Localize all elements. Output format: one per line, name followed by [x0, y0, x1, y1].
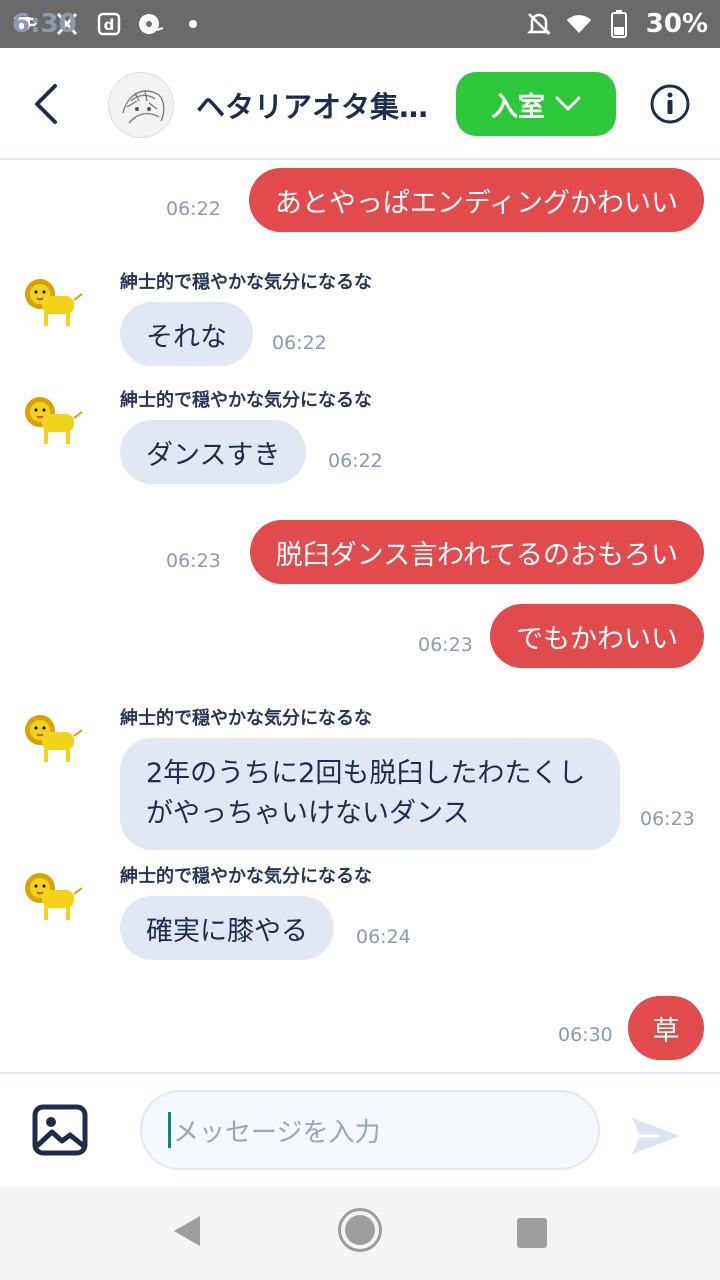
incoming-message[interactable]: 確実に膝やる [120, 896, 334, 960]
dot-icon [180, 11, 206, 37]
join-label: 入室 [491, 91, 545, 123]
lion-avatar-icon[interactable] [22, 272, 84, 334]
sender-name: 紳士的で穏やかな気分になるな [120, 708, 372, 729]
message-time: 06:24 [356, 926, 411, 948]
send-button[interactable] [628, 1114, 684, 1158]
image-icon [32, 1104, 88, 1156]
image-button[interactable] [32, 1104, 88, 1156]
sender-name: 紳士的で穏やかな気分になるな [120, 272, 372, 293]
message-line: がやっちゃいけないダンス [146, 798, 470, 829]
incoming-message[interactable]: ダンスすき [120, 420, 307, 484]
lion-avatar-icon[interactable] [22, 390, 84, 452]
wifi-icon [566, 11, 592, 37]
composer: メッセージを入力 [0, 1072, 720, 1186]
outgoing-message[interactable]: でもかわいい [490, 604, 704, 668]
battery-icon [606, 10, 632, 38]
message-input[interactable]: メッセージを入力 [140, 1090, 600, 1170]
message-time: 06:22 [328, 450, 383, 472]
nav-recents-icon[interactable] [517, 1218, 547, 1248]
join-button[interactable]: 入室 [456, 72, 616, 136]
status-time: 6:30 [12, 9, 77, 39]
message-placeholder: メッセージを入力 [173, 1117, 381, 1148]
message-time: 06:23 [418, 634, 473, 656]
nav-home-button[interactable] [338, 1208, 382, 1252]
media-icon [138, 11, 164, 37]
battery-percent: 30% [645, 9, 708, 39]
home-icon [345, 1215, 375, 1245]
info-button[interactable] [650, 84, 690, 124]
back-button[interactable] [24, 78, 68, 130]
sender-name: 紳士的で穏やかな気分になるな [120, 866, 372, 887]
message-time: 06:23 [640, 808, 695, 830]
message-time: 06:30 [558, 1024, 613, 1046]
sketch-avatar-icon [109, 73, 173, 137]
send-icon [632, 1118, 680, 1154]
status-bar: 6:30 d 30% [0, 0, 720, 48]
chevron-down-icon [555, 96, 581, 111]
svg-text:d: d [104, 16, 115, 34]
incoming-message[interactable]: それな [120, 302, 253, 366]
outgoing-message[interactable]: あとやっぱエンディングかわいい [248, 168, 704, 232]
sender-name: 紳士的で穏やかな気分になるな [120, 390, 372, 411]
lion-avatar-icon[interactable] [22, 708, 84, 770]
outgoing-message[interactable]: 脱臼ダンス言われてるのおもろい [249, 520, 704, 584]
text-caret [168, 1112, 171, 1148]
message-time: 06:22 [166, 198, 221, 220]
incoming-message[interactable]: 2年のうちに2回も脱臼したわたくし がやっちゃいけないダンス [120, 738, 620, 850]
info-icon [650, 84, 690, 124]
d-app-icon: d [96, 11, 122, 37]
message-time: 06:22 [272, 332, 327, 354]
chevron-left-icon [35, 84, 57, 124]
bell-off-icon [526, 11, 552, 37]
outgoing-message[interactable]: 草 [628, 996, 704, 1060]
chat-header: ヘタリアオタ集… 入室 [0, 48, 720, 160]
lion-avatar-icon[interactable] [22, 866, 84, 928]
group-avatar[interactable] [108, 72, 174, 138]
nav-back-icon[interactable] [172, 1214, 202, 1248]
message-list[interactable]: あとやっぱエンディングかわいい 06:22 紳士的で穏やかな気分になるな それな… [0, 162, 720, 1072]
system-nav-bar [0, 1186, 720, 1280]
message-line: 2年のうちに2回も脱臼したわたくし [146, 758, 586, 789]
message-time: 06:23 [166, 550, 221, 572]
chat-title[interactable]: ヘタリアオタ集… [196, 84, 436, 126]
